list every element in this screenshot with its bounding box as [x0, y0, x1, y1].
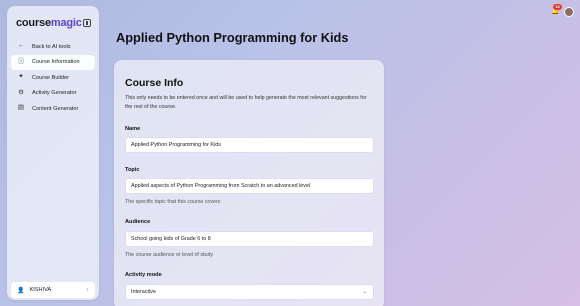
info-icon: ⓘ	[17, 57, 25, 65]
course-info-card: Course Info This only needs to be entere…	[114, 60, 384, 306]
magic-wand-icon: ✦	[18, 73, 24, 81]
card-description: This only needs to be entered once and w…	[125, 95, 367, 110]
sidebar-item-label: Back to AI tools	[32, 43, 71, 50]
topic-input[interactable]: Applied aspects of Python Programming fr…	[125, 178, 374, 194]
sidebar: coursemagic ← Back to AI tools ⓘ Course …	[7, 6, 99, 300]
sidebar-item-label: Course Builder	[32, 74, 69, 81]
sidebar-item-course-information[interactable]: ⓘ Course Information	[11, 54, 95, 70]
topic-label: Topic	[125, 167, 140, 173]
sidebar-item-activity-generator[interactable]: ⚙ Activity Generator	[11, 86, 95, 101]
sidebar-item-course-builder[interactable]: ✦ Course Builder	[11, 70, 95, 85]
audience-input[interactable]: School going kids of Grade 6 to 8	[125, 231, 374, 247]
activity-mode-label: Activity mode	[125, 272, 162, 278]
chevron-down-icon: ⌄	[362, 289, 367, 295]
audience-help-text: The course audience or level of study	[125, 252, 214, 258]
user-icon: 👤	[17, 287, 25, 294]
card-title: Course Info	[125, 77, 184, 89]
topic-help-text: The specific topic that this course cove…	[125, 199, 221, 205]
notification-badge: 16	[553, 4, 562, 10]
app-logo[interactable]: coursemagic	[16, 17, 82, 29]
sidebar-item-label: Content Generator	[32, 105, 79, 112]
sidebar-item-label: Course Information	[32, 59, 80, 65]
sidebar-item-label: Activity Generator	[32, 90, 77, 96]
document-icon: ▤	[17, 104, 25, 112]
user-switcher[interactable]: 👤 KISHIVA ↕	[11, 282, 95, 298]
sidebar-nav: ← Back to AI tools ⓘ Course Information …	[11, 39, 95, 117]
name-input[interactable]: Applied Python Programming for Kids	[125, 137, 374, 153]
user-name: KISHIVA	[29, 287, 52, 293]
sidebar-item-back[interactable]: ← Back to AI tools	[11, 39, 95, 54]
collapse-sidebar-icon[interactable]	[83, 19, 91, 27]
sidebar-item-content-generator[interactable]: ▤ Content Generator	[11, 101, 95, 116]
chevron-updown-icon: ↕	[86, 287, 90, 293]
activity-icon: ⚙	[18, 88, 24, 96]
name-label: Name	[125, 126, 141, 132]
avatar[interactable]	[564, 7, 574, 17]
activity-mode-value: Interactive	[131, 289, 156, 295]
page-title: Applied Python Programming for Kids	[116, 30, 349, 45]
activity-mode-select[interactable]: Interactive ⌄	[125, 284, 374, 300]
audience-label: Audience	[125, 219, 151, 225]
arrow-left-icon: ←	[17, 42, 25, 50]
